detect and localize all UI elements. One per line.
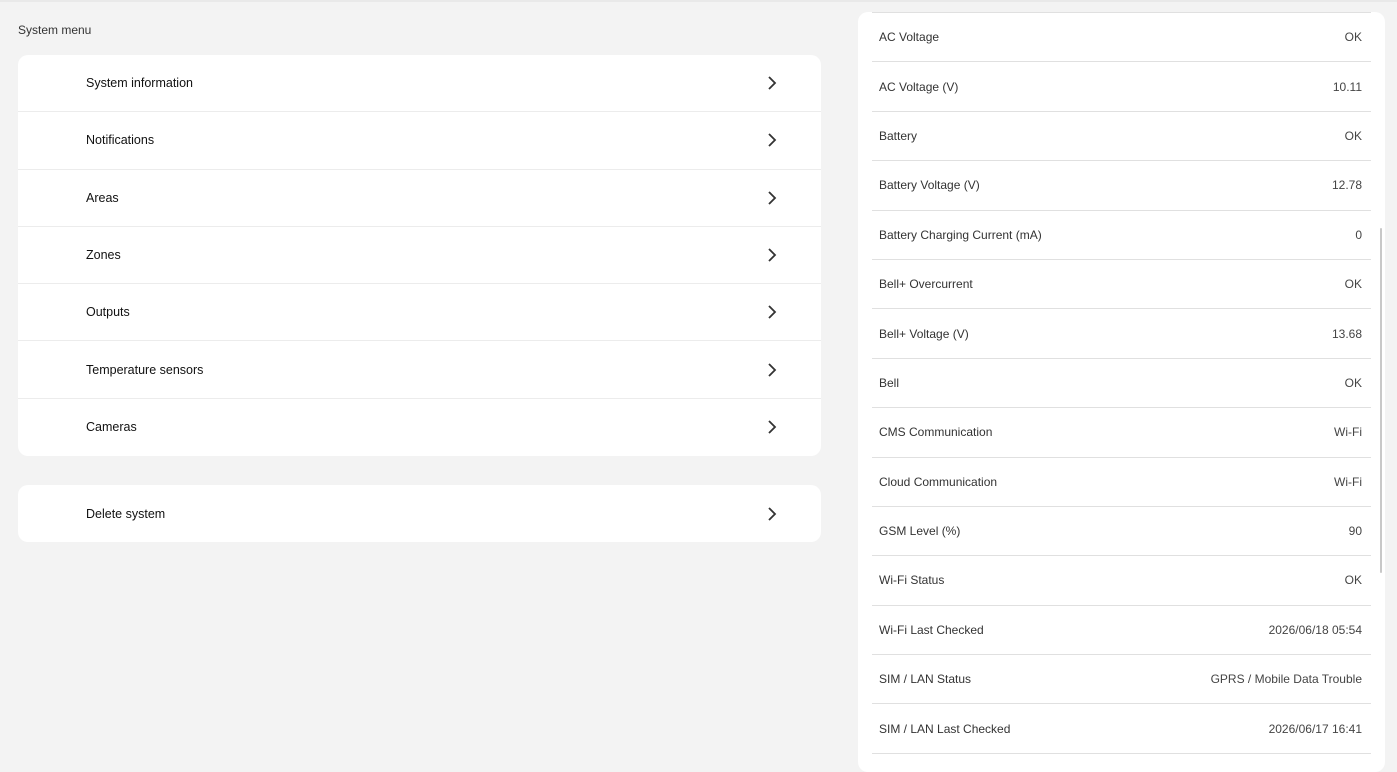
menu-item-outputs[interactable]: Outputs <box>18 284 821 342</box>
status-row: Wi-Fi Status OK <box>872 556 1371 606</box>
status-value: OK <box>1344 573 1362 588</box>
chevron-right-icon <box>767 419 777 435</box>
status-row: Bell OK <box>872 359 1371 409</box>
status-label: Battery <box>879 128 918 143</box>
status-value: OK <box>1344 277 1362 292</box>
chevron-right-icon <box>767 75 777 91</box>
status-list: AC Voltage OK AC Voltage (V) 10.11 Batte… <box>872 12 1371 754</box>
menu-item-label: Areas <box>86 190 119 205</box>
status-value: Wi-Fi <box>1334 474 1362 489</box>
menu-item-areas[interactable]: Areas <box>18 170 821 227</box>
section-title: System menu <box>18 23 92 37</box>
status-row: AC Voltage (V) 10.11 <box>872 62 1371 112</box>
status-label: Bell+ Overcurrent <box>879 277 973 292</box>
menu-item-label: Zones <box>86 248 121 263</box>
status-label: GSM Level (%) <box>879 524 961 539</box>
status-value: 12.78 <box>1331 178 1362 193</box>
panel-scrollbar[interactable] <box>1380 228 1382 573</box>
menu-item-label: Outputs <box>86 305 130 320</box>
status-row: Bell+ Voltage (V) 13.68 <box>872 309 1371 359</box>
chevron-right-icon <box>767 506 777 522</box>
status-label: SIM / LAN Last Checked <box>879 721 1011 736</box>
menu-item-label: Delete system <box>86 506 166 521</box>
status-row: Battery Charging Current (mA) 0 <box>872 211 1371 260</box>
status-label: Bell+ Voltage (V) <box>879 326 969 341</box>
status-value: 10.11 <box>1332 79 1362 94</box>
status-label: AC Voltage (V) <box>879 79 959 94</box>
status-row: SIM / LAN Status GPRS / Mobile Data Trou… <box>872 655 1371 705</box>
menu-item-label: Notifications <box>86 133 155 148</box>
status-row: SIM / LAN Last Checked 2026/06/17 16:41 <box>872 704 1371 754</box>
status-label: Battery Voltage (V) <box>879 178 980 193</box>
status-value: OK <box>1344 128 1362 143</box>
chevron-right-icon <box>767 132 777 148</box>
status-row: Bell+ Overcurrent OK <box>872 260 1371 310</box>
status-label: Battery Charging Current (mA) <box>879 227 1042 242</box>
menu-item-temperature-sensors[interactable]: Temperature sensors <box>18 341 821 399</box>
status-value: 0 <box>1355 227 1362 242</box>
menu-item-label: System information <box>86 76 193 91</box>
chevron-right-icon <box>767 304 777 320</box>
status-row: CMS Communication Wi-Fi <box>872 408 1371 458</box>
danger-menu-card: Delete system <box>18 485 821 543</box>
system-menu-card: System information Notifications Areas Z… <box>18 55 821 457</box>
status-value: OK <box>1344 375 1362 390</box>
status-value: 2026/06/18 05:54 <box>1268 622 1362 637</box>
menu-item-label: Temperature sensors <box>86 362 204 377</box>
status-label: Bell <box>879 375 900 390</box>
menu-item-cameras[interactable]: Cameras <box>18 399 821 456</box>
menu-item-label: Cameras <box>86 420 137 435</box>
menu-item-zones[interactable]: Zones <box>18 227 821 285</box>
menu-item-system-information[interactable]: System information <box>18 55 821 113</box>
top-divider <box>0 0 1397 2</box>
status-value: OK <box>1344 30 1362 45</box>
status-value: Wi-Fi <box>1334 425 1362 440</box>
chevron-right-icon <box>767 362 777 378</box>
status-value: 2026/06/17 16:41 <box>1268 721 1362 736</box>
chevron-right-icon <box>767 247 777 263</box>
status-row: Wi-Fi Last Checked 2026/06/18 05:54 <box>872 606 1371 656</box>
status-label: CMS Communication <box>879 425 993 440</box>
status-value: 13.68 <box>1331 326 1362 341</box>
status-label: Wi-Fi Status <box>879 573 945 588</box>
status-label: AC Voltage <box>879 30 940 45</box>
status-value: 90 <box>1348 524 1362 539</box>
status-row: Battery Voltage (V) 12.78 <box>872 161 1371 211</box>
system-status-panel: AC Voltage OK AC Voltage (V) 10.11 Batte… <box>858 12 1385 772</box>
status-row: AC Voltage OK <box>872 13 1371 63</box>
status-row: Cloud Communication Wi-Fi <box>872 458 1371 507</box>
status-row: GSM Level (%) 90 <box>872 507 1371 557</box>
status-label: Wi-Fi Last Checked <box>879 622 984 637</box>
status-label: SIM / LAN Status <box>879 672 972 687</box>
status-label: Cloud Communication <box>879 474 998 489</box>
status-value: GPRS / Mobile Data Trouble <box>1210 672 1362 687</box>
chevron-right-icon <box>767 190 777 206</box>
menu-item-delete-system[interactable]: Delete system <box>18 485 821 542</box>
status-row: Battery OK <box>872 112 1371 162</box>
menu-item-notifications[interactable]: Notifications <box>18 112 821 170</box>
